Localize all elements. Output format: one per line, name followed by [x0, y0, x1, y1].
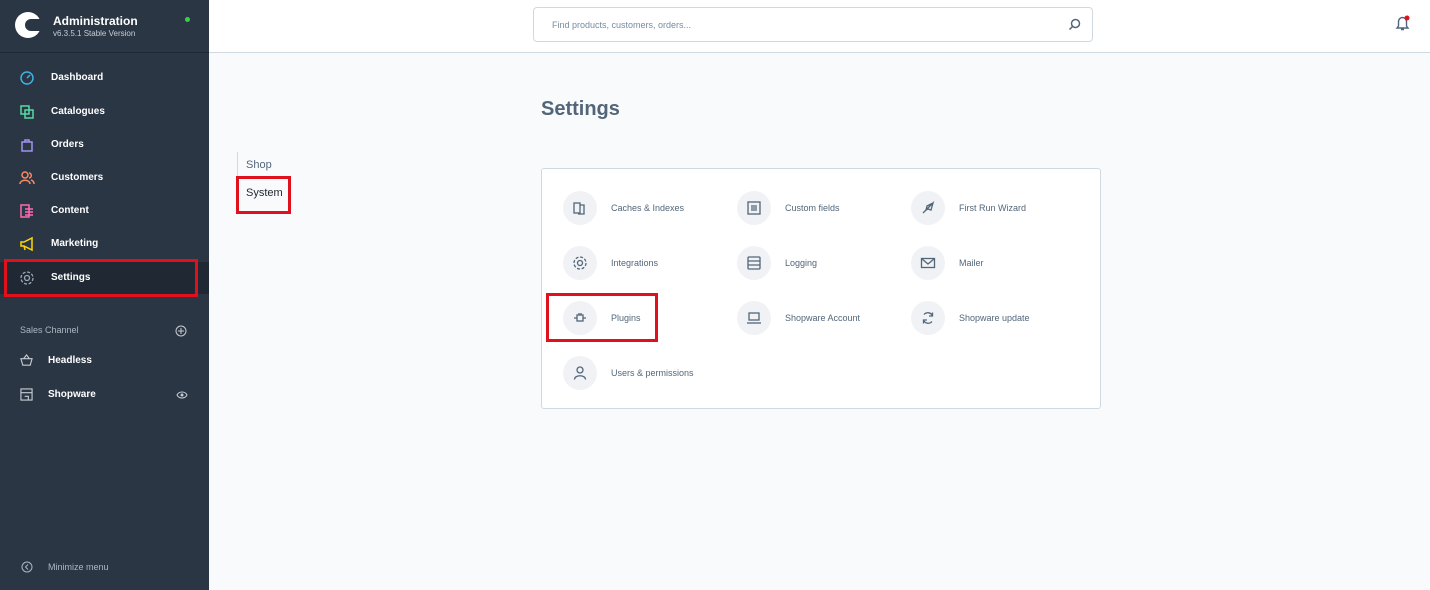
caches-icon — [573, 202, 585, 215]
setting-shopware-update[interactable]: Shopware update — [911, 297, 1081, 337]
system-tab-highlight-box — [236, 176, 291, 214]
setting-first-run-wizard[interactable]: First Run Wizard — [911, 187, 1081, 227]
setting-icon-circle — [563, 246, 597, 280]
search-placeholder: Find products, customers, orders... — [552, 20, 692, 30]
setting-label: Users & permissions — [611, 368, 694, 378]
catalogues-icon — [20, 105, 34, 119]
setting-integrations[interactable]: Integrations — [563, 242, 733, 282]
eye-icon[interactable] — [176, 390, 188, 400]
sales-channel-title: Sales Channel — [20, 325, 79, 335]
user-icon — [573, 366, 587, 380]
marketing-icon — [20, 236, 33, 252]
setting-label: Logging — [785, 258, 818, 268]
nav-dashboard[interactable]: Dashboard — [0, 62, 209, 94]
orders-icon — [21, 139, 33, 152]
setting-icon-circle — [563, 356, 597, 390]
nav-label-customers: Customers — [51, 172, 104, 183]
nav-label-dashboard: Dashboard — [51, 72, 104, 83]
customers-icon — [19, 171, 35, 185]
status-indicator — [185, 17, 190, 22]
logging-icon — [747, 256, 761, 270]
top-bar: Find products, customers, orders... — [209, 0, 1430, 53]
setting-logging[interactable]: Logging — [737, 242, 907, 282]
nav-label-catalogues: Catalogues — [51, 106, 105, 117]
nav-catalogues[interactable]: Catalogues — [0, 96, 209, 128]
brand-version: v6.3.5.1 Stable Version — [53, 29, 136, 38]
page-title: Settings — [541, 98, 620, 120]
laptop-icon — [747, 312, 761, 324]
setting-shopware-account[interactable]: Shopware Account — [737, 297, 907, 337]
custom-fields-icon — [747, 201, 761, 215]
minimize-menu-label: Minimize menu — [48, 562, 109, 572]
setting-label: First Run Wizard — [959, 203, 1027, 213]
setting-icon-circle — [563, 191, 597, 225]
add-sales-channel-icon[interactable] — [175, 325, 187, 337]
nav-label-content: Content — [51, 205, 89, 216]
setting-icon-circle — [737, 191, 771, 225]
setting-label: Custom fields — [785, 203, 840, 213]
dashboard-icon — [20, 71, 34, 85]
sales-channel-label: Shopware — [48, 389, 96, 400]
mail-icon — [920, 257, 936, 269]
shopware-logo — [15, 12, 41, 38]
tab-shop[interactable]: Shop — [246, 159, 272, 171]
setting-custom-fields[interactable]: Custom fields — [737, 187, 907, 227]
sidebar: Administration v6.3.5.1 Stable Version D… — [0, 0, 209, 590]
sales-channel-headless[interactable]: Headless — [0, 347, 209, 375]
setting-label: Shopware update — [959, 313, 1030, 323]
search-icon[interactable] — [1068, 18, 1081, 31]
search-input[interactable]: Find products, customers, orders... — [533, 7, 1093, 42]
setting-mailer[interactable]: Mailer — [911, 242, 1081, 282]
setting-icon-circle — [737, 301, 771, 335]
setting-icon-circle — [911, 301, 945, 335]
setting-icon-circle — [737, 246, 771, 280]
settings-highlight-box — [4, 259, 198, 297]
basket-icon — [20, 354, 33, 366]
sales-channel-label: Headless — [48, 355, 92, 366]
nav-marketing[interactable]: Marketing — [0, 228, 209, 260]
nav-label-orders: Orders — [51, 139, 84, 150]
settings-card: Caches & Indexes Custom fields First Run… — [541, 168, 1101, 409]
rocket-icon — [922, 200, 935, 214]
brand-header: Administration v6.3.5.1 Stable Version — [0, 0, 209, 53]
nav-content[interactable]: Content — [0, 195, 209, 227]
setting-label: Mailer — [959, 258, 984, 268]
content-icon — [20, 204, 33, 218]
setting-label: Shopware Account — [785, 313, 861, 323]
notification-bell-icon[interactable] — [1394, 15, 1411, 32]
setting-icon-circle — [911, 246, 945, 280]
setting-icon-circle — [911, 191, 945, 225]
plugins-highlight-box — [546, 293, 658, 342]
setting-label: Caches & Indexes — [611, 203, 685, 213]
chevron-left-icon — [21, 561, 33, 573]
sales-channel-shopware[interactable]: Shopware — [0, 381, 209, 409]
minimize-menu-button[interactable]: Minimize menu — [0, 556, 209, 578]
storefront-icon — [20, 388, 33, 401]
refresh-icon — [922, 312, 934, 324]
setting-label: Integrations — [611, 258, 659, 268]
nav-label-marketing: Marketing — [51, 238, 99, 249]
setting-caches-indexes[interactable]: Caches & Indexes — [563, 187, 733, 227]
setting-users-permissions[interactable]: Users & permissions — [563, 352, 733, 392]
brand-title: Administration — [53, 14, 138, 28]
nav-customers[interactable]: Customers — [0, 162, 209, 194]
integrations-gear-icon — [573, 256, 587, 270]
nav-orders[interactable]: Orders — [0, 129, 209, 161]
